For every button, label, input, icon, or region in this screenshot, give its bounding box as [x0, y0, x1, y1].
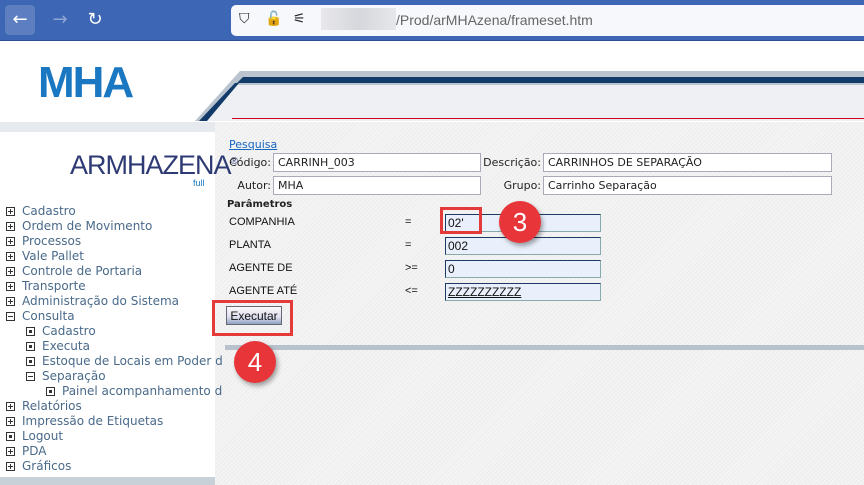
step-4-badge: 4 [234, 341, 276, 383]
param-label: AGENTE DE [229, 262, 293, 274]
browser-toolbar: ← → ↻ ⛉ 🔓 ⚟ /Prod/arMHAzena/frameset.htm [0, 0, 864, 41]
sidebar-item-label: Executa [42, 339, 90, 353]
sidebar-item-label: Transporte [22, 279, 86, 293]
sidebar-item-label: Gráficos [22, 459, 72, 473]
autor-label: Autor: [237, 179, 271, 192]
sidebar-item-label: Ordem de Movimento [22, 219, 153, 233]
leaf-icon[interactable] [26, 357, 35, 366]
sidebar-item-label: Cadastro [22, 204, 76, 218]
param-operator: <= [405, 285, 418, 297]
expand-icon[interactable] [6, 207, 15, 216]
logo-sub: full [193, 178, 205, 188]
sidebar-item[interactable]: Administração do Sistema [6, 294, 179, 309]
codigo-field[interactable]: CARRINH_003 [273, 153, 481, 172]
highlight-companhia [440, 207, 482, 234]
parametros-title: Parâmetros [227, 199, 293, 210]
step-3-badge: 3 [499, 201, 541, 243]
lock-slash-icon[interactable]: 🔓 [265, 11, 282, 27]
section-divider [225, 345, 864, 350]
sidebar-item[interactable]: Processos [6, 234, 81, 249]
sidebar-item[interactable]: Consulta [6, 309, 75, 324]
leaf-icon[interactable] [6, 432, 15, 441]
sidebar-item-label: Logout [22, 429, 64, 443]
permissions-icon[interactable]: ⚟ [293, 11, 306, 27]
url-text: /Prod/arMHAzena/frameset.htm [396, 12, 593, 28]
param-operator: >= [405, 262, 418, 274]
shield-icon[interactable]: ⛉ [239, 11, 250, 27]
leaf-icon[interactable] [46, 387, 55, 396]
redacted-host [321, 8, 396, 30]
leaf-icon[interactable] [26, 327, 35, 336]
sidebar-item-label: Cadastro [42, 324, 96, 338]
sidebar-item-label: Separação [42, 369, 106, 383]
sidebar-item[interactable]: Executa [26, 339, 90, 354]
address-bar[interactable]: ⛉ 🔓 ⚟ /Prod/arMHAzena/frameset.htm [231, 5, 864, 36]
param-label: COMPANHIA [229, 216, 295, 228]
sidebar-item[interactable]: PDA [6, 444, 46, 459]
expand-icon[interactable] [6, 222, 15, 231]
sidebar-item[interactable]: Gráficos [6, 459, 71, 474]
sidebar-item-label: Impressão de Etiquetas [22, 414, 164, 428]
param-label: AGENTE ATÉ [229, 285, 298, 297]
sidebar-item-label: Consulta [22, 309, 75, 323]
collapse-icon[interactable] [6, 312, 15, 321]
autor-field[interactable]: MHA [273, 176, 481, 195]
sidebar-item[interactable]: Cadastro [26, 324, 96, 339]
forward-arrow-icon[interactable]: → [45, 5, 75, 35]
expand-icon[interactable] [6, 282, 15, 291]
param-operator: = [405, 239, 412, 251]
sidebar-item-label: Relatórios [22, 399, 82, 413]
agente-de-input[interactable]: 0 [445, 260, 601, 278]
param-label: PLANTA [229, 239, 271, 251]
sidebar-item-label: Estoque de Locais em Poder d [42, 354, 223, 368]
pesquisa-link[interactable]: Pesquisa [229, 138, 277, 151]
sidebar-item[interactable]: Cadastro [6, 204, 76, 219]
expand-icon[interactable] [6, 462, 15, 471]
expand-icon[interactable] [6, 237, 15, 246]
header-accent-line [232, 118, 864, 119]
sidebar-item[interactable]: Ordem de Movimento [6, 219, 152, 234]
descricao-label: Descrição: [483, 156, 541, 169]
sidebar-item-label: Controle de Portaria [22, 264, 143, 278]
collapse-icon[interactable] [26, 372, 35, 381]
sidebar-item[interactable]: Controle de Portaria [6, 264, 142, 279]
expand-icon[interactable] [6, 297, 15, 306]
expand-icon[interactable] [6, 417, 15, 426]
back-arrow-icon[interactable]: ← [5, 5, 35, 35]
sidebar-item[interactable]: Relatórios [6, 399, 82, 414]
param-operator: = [405, 216, 412, 228]
expand-icon[interactable] [6, 252, 15, 261]
sidebar-item-label: PDA [22, 444, 47, 458]
sidebar-item[interactable]: Logout [6, 429, 63, 444]
reload-icon[interactable]: ↻ [80, 5, 110, 35]
sidebar-footer [0, 477, 215, 485]
sidebar-item[interactable]: Transporte [6, 279, 86, 294]
leaf-icon[interactable] [26, 342, 35, 351]
grupo-label: Grupo: [503, 179, 541, 192]
header-banner [195, 71, 864, 121]
sidebar-item-label: Painel acompanhamento d [62, 384, 223, 398]
expand-icon[interactable] [6, 402, 15, 411]
expand-icon[interactable] [6, 447, 15, 456]
grupo-field[interactable]: Carrinho Separação [543, 176, 832, 195]
sidebar-item-label: Vale Pallet [22, 249, 84, 263]
sidebar-item-label: Processos [22, 234, 82, 248]
expand-icon[interactable] [6, 267, 15, 276]
sidebar-item[interactable]: Vale Pallet [6, 249, 84, 264]
codigo-label: Código: [229, 156, 271, 169]
mha-logo: MHA [38, 58, 134, 107]
sidebar-item[interactable]: Estoque de Locais em Poder d [26, 354, 223, 369]
sidebar-item[interactable]: Separação [26, 369, 106, 384]
agente-ate-input[interactable]: ZZZZZZZZZZ [445, 283, 601, 301]
armhazena-logo: ARMHAZENA® [70, 150, 238, 180]
sidebar-item[interactable]: Impressão de Etiquetas [6, 414, 163, 429]
sidebar-item-label: Administração do Sistema [22, 294, 180, 308]
sidebar-item[interactable]: Painel acompanhamento d [46, 384, 222, 399]
descricao-field[interactable]: CARRINHOS DE SEPARAÇÃO [543, 153, 832, 172]
highlight-executar [212, 300, 293, 336]
